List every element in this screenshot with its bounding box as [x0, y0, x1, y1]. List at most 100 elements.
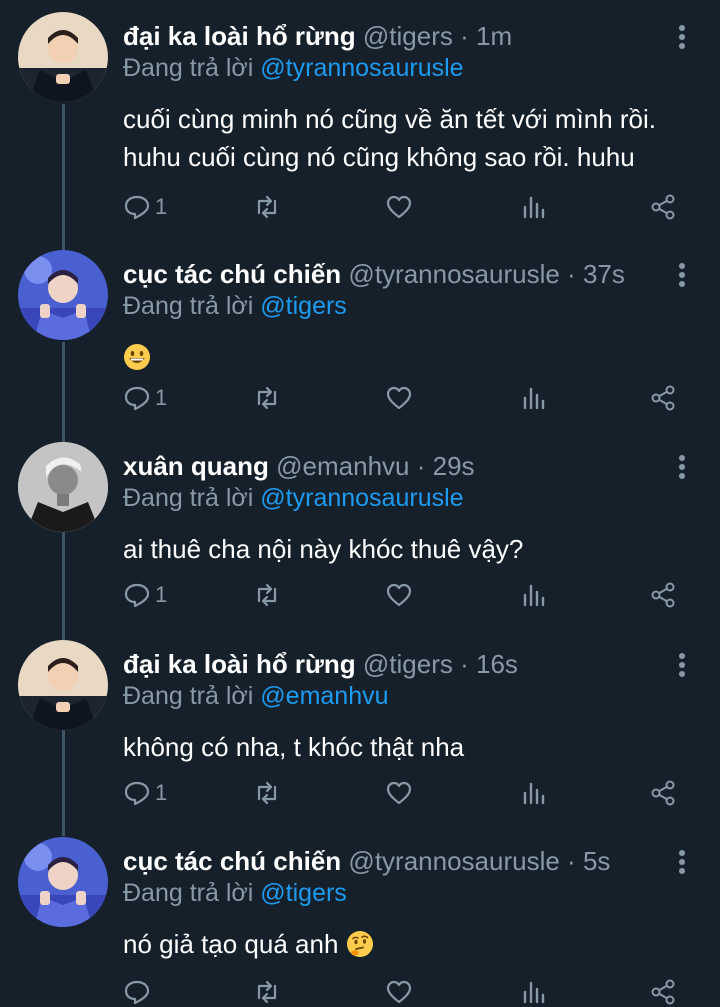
- tweet-text-line: huhu cuối cùng nó cũng không sao rồi. hu…: [123, 142, 635, 172]
- tweet-actions: 1: [123, 776, 703, 810]
- tweet-actions: 1: [123, 190, 703, 224]
- separator-dot: ·: [567, 846, 576, 876]
- reply-button[interactable]: 1: [123, 190, 167, 224]
- mention-link[interactable]: @tyrannosaurusle: [260, 54, 463, 82]
- tweet[interactable]: xuân quang @emanhvu · 29s Đang trả lời @…: [0, 430, 720, 630]
- user-handle[interactable]: @tyrannosaurusle: [348, 259, 559, 289]
- tweet-text-line: ai thuê cha nội này khóc thuê vậy?: [123, 534, 524, 564]
- retweet-button[interactable]: [253, 381, 281, 415]
- stats-icon: [519, 779, 547, 807]
- retweet-button[interactable]: [253, 578, 281, 612]
- mention-link[interactable]: @tigers: [260, 879, 347, 907]
- tweet-text-line: nó giả tạo quá anh: [123, 929, 339, 959]
- user-handle[interactable]: @tigers: [363, 21, 453, 51]
- mention-link[interactable]: @tigers: [260, 292, 347, 320]
- reply-icon: [123, 384, 151, 412]
- tweet-text: nó giả tạo quá anh: [123, 925, 703, 963]
- stats-button[interactable]: [519, 190, 547, 224]
- separator-dot: ·: [567, 259, 576, 289]
- timestamp[interactable]: 29s: [433, 451, 475, 481]
- reply-button[interactable]: [123, 975, 155, 1007]
- separator-dot: ·: [416, 451, 426, 481]
- reply-button[interactable]: 1: [123, 578, 167, 612]
- tweet[interactable]: cục tác chú chiến @tyrannosaurusle · 37s…: [0, 238, 720, 433]
- stats-icon: [519, 193, 547, 221]
- replying-to: Đang trả lời @tigers: [123, 290, 347, 322]
- replying-to-label: Đang trả lời: [123, 54, 254, 82]
- display-name[interactable]: cục tác chú chiến: [123, 846, 341, 876]
- timestamp[interactable]: 1m: [476, 21, 512, 51]
- stats-button[interactable]: [519, 578, 547, 612]
- stats-button[interactable]: [519, 381, 547, 415]
- separator-dot: ·: [460, 649, 469, 679]
- avatar[interactable]: [18, 250, 108, 340]
- retweet-button[interactable]: [253, 975, 281, 1007]
- heart-icon: [385, 193, 413, 221]
- retweet-button[interactable]: [253, 190, 281, 224]
- mention-link[interactable]: @emanhvu: [260, 682, 388, 710]
- tweet-text: ai thuê cha nội này khóc thuê vậy?: [123, 530, 703, 568]
- user-handle[interactable]: @tigers: [363, 649, 453, 679]
- avatar[interactable]: [18, 837, 108, 927]
- tweet-actions: 1: [123, 578, 703, 612]
- tweet-header: cục tác chú chiến @tyrannosaurusle · 5s: [123, 845, 610, 877]
- timestamp[interactable]: 16s: [476, 649, 518, 679]
- reply-count: 1: [155, 582, 168, 607]
- mention-link[interactable]: @tyrannosaurusle: [260, 484, 463, 512]
- replying-to-label: Đang trả lời: [123, 292, 254, 320]
- thinking-face-emoji: [346, 930, 374, 958]
- like-button[interactable]: [385, 381, 413, 415]
- avatar[interactable]: [18, 640, 108, 730]
- reply-count: 1: [155, 385, 168, 410]
- replying-to: Đang trả lời @tyrannosaurusle: [123, 52, 464, 84]
- tweet-text-line: cuối cùng minh nó cũng về ăn tết với mìn…: [123, 104, 656, 134]
- tweet-header: cục tác chú chiến @tyrannosaurusle · 37s: [123, 258, 625, 290]
- more-icon[interactable]: [670, 650, 694, 680]
- stats-button[interactable]: [519, 776, 547, 810]
- timestamp[interactable]: 5s: [583, 846, 610, 876]
- more-icon[interactable]: [670, 452, 694, 482]
- avatar[interactable]: [18, 12, 108, 102]
- reply-button[interactable]: 1: [123, 381, 167, 415]
- display-name[interactable]: cục tác chú chiến: [123, 259, 341, 289]
- tweet-text: [123, 338, 703, 376]
- heart-icon: [385, 581, 413, 609]
- replying-to: Đang trả lời @tigers: [123, 877, 347, 909]
- share-button[interactable]: [649, 190, 677, 224]
- share-button[interactable]: [649, 381, 677, 415]
- share-icon: [649, 193, 677, 221]
- like-button[interactable]: [385, 578, 413, 612]
- share-button[interactable]: [649, 578, 677, 612]
- tweet[interactable]: đại ka loài hổ rừng @tigers · 16s Đang t…: [0, 628, 720, 828]
- reply-button[interactable]: 1: [123, 776, 167, 810]
- like-button[interactable]: [385, 190, 413, 224]
- share-icon: [649, 978, 677, 1006]
- avatar[interactable]: [18, 442, 108, 532]
- replying-to: Đang trả lời @emanhvu: [123, 680, 389, 712]
- more-icon[interactable]: [670, 260, 694, 290]
- share-button[interactable]: [649, 975, 677, 1007]
- tweet-header: xuân quang @emanhvu · 29s: [123, 450, 475, 482]
- reply-icon: [123, 581, 151, 609]
- tweet[interactable]: đại ka loài hổ rừng @tigers · 1m Đang tr…: [0, 0, 720, 245]
- display-name[interactable]: đại ka loài hổ rừng: [123, 21, 356, 51]
- display-name[interactable]: đại ka loài hổ rừng: [123, 649, 356, 679]
- retweet-icon: [253, 581, 281, 609]
- tweet[interactable]: cục tác chú chiến @tyrannosaurusle · 5s …: [0, 825, 720, 1007]
- heart-icon: [385, 978, 413, 1006]
- replying-to: Đang trả lời @tyrannosaurusle: [123, 482, 464, 514]
- user-handle[interactable]: @tyrannosaurusle: [348, 846, 559, 876]
- reply-icon: [123, 193, 151, 221]
- like-button[interactable]: [385, 776, 413, 810]
- retweet-icon: [253, 779, 281, 807]
- share-button[interactable]: [649, 776, 677, 810]
- like-button[interactable]: [385, 975, 413, 1007]
- timestamp[interactable]: 37s: [583, 259, 625, 289]
- more-icon[interactable]: [670, 847, 694, 877]
- more-icon[interactable]: [670, 22, 694, 52]
- retweet-icon: [253, 978, 281, 1006]
- user-handle[interactable]: @emanhvu: [276, 451, 409, 481]
- stats-button[interactable]: [519, 975, 547, 1007]
- display-name[interactable]: xuân quang: [123, 451, 269, 481]
- retweet-button[interactable]: [253, 776, 281, 810]
